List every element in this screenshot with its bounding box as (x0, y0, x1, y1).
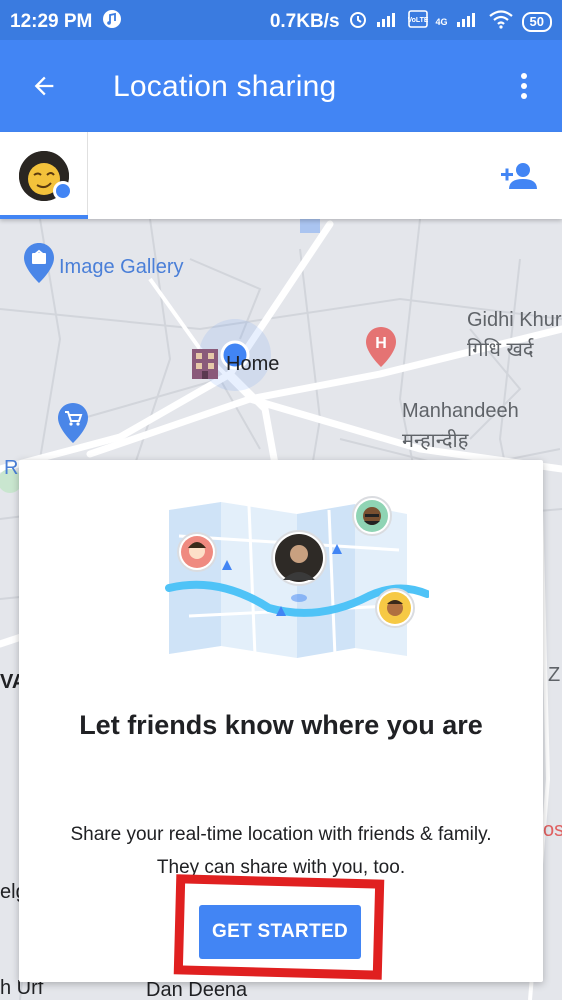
svg-text:VoLTE: VoLTE (408, 17, 428, 24)
signal-icon-2 (456, 10, 480, 34)
add-person-button[interactable] (496, 154, 540, 198)
map-label-home: Home (226, 353, 280, 375)
card-description: Share your real-time location with frien… (70, 824, 492, 878)
svg-text:H: H (375, 335, 387, 352)
map-label-deena: Dan Deena (146, 979, 248, 1000)
map-label-gidhi-khurd-en: Gidhi Khur (467, 309, 562, 331)
status-time: 12:29 PM (10, 11, 93, 32)
highlight-annotation-box (173, 874, 385, 980)
back-button[interactable] (20, 62, 68, 110)
active-tab-indicator (0, 215, 88, 219)
map-label-os: os (543, 819, 562, 841)
card-title: Let friends know where you are (79, 710, 483, 740)
wifi-icon (488, 9, 514, 35)
music-icon (102, 9, 122, 35)
friends-map-illustration (165, 496, 429, 658)
self-avatar-tab[interactable] (0, 132, 88, 219)
image-gallery-pin-icon (24, 243, 54, 283)
status-bar: 12:29 PM 0.7KB/s VoLTE 4G 50 (0, 0, 562, 40)
volte-icon: VoLTE (407, 10, 428, 34)
back-arrow-icon (34, 76, 54, 96)
location-dot-icon (53, 181, 73, 201)
alarm-icon (348, 9, 368, 35)
map-label-image-gallery: Image Gallery (59, 256, 184, 278)
network-speed: 0.7KB/s (269, 11, 340, 32)
more-vert-icon (521, 73, 527, 99)
people-strip (0, 132, 562, 219)
map-label-z: Z (548, 664, 561, 686)
signal-icon (376, 10, 400, 34)
battery-indicator: 50 (521, 12, 552, 32)
map-label-manhandeeh-hi: मन्हान्दीह (402, 430, 469, 452)
hospital-pin-icon: H (366, 327, 396, 367)
hotel-building-icon (192, 349, 218, 379)
page-title: Location sharing (113, 70, 337, 103)
network-type: 4G (435, 17, 448, 27)
app-bar: Location sharing (0, 40, 562, 132)
person-add-icon (501, 163, 537, 189)
map-label-gidhi-khurd-hi: गिधि खर्द (467, 339, 534, 361)
more-options-button[interactable] (512, 66, 536, 106)
shopping-pin-icon (58, 403, 88, 443)
map-label-manhandeeh-en: Manhandeeh (402, 400, 519, 422)
map-label-r: R (4, 457, 19, 479)
